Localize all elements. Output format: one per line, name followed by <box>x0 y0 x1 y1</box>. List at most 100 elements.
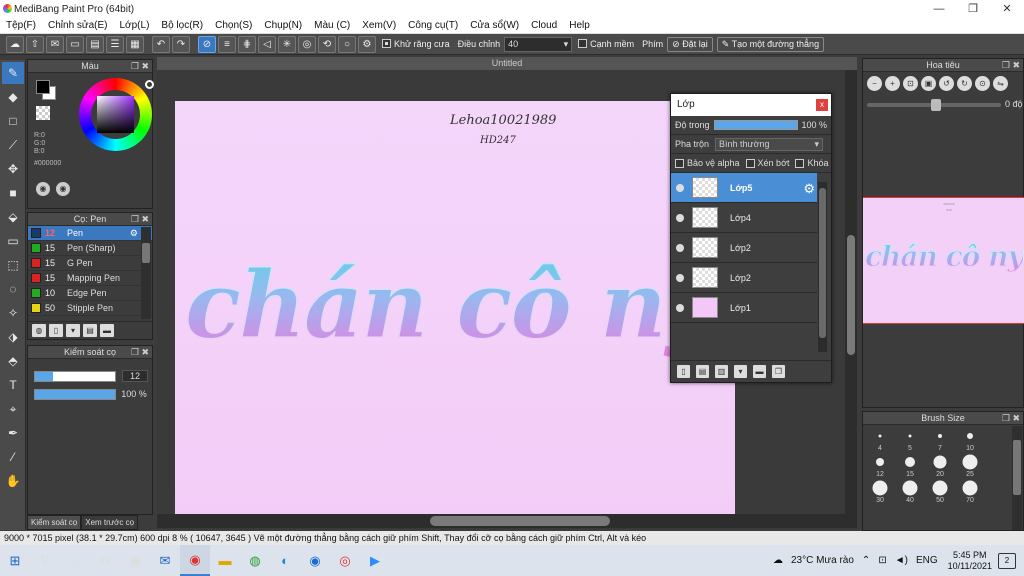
windows-start-icon[interactable]: ⊞ <box>0 545 30 576</box>
menu-cloud[interactable]: Cloud <box>525 20 563 31</box>
browser-icon[interactable]: ◍ <box>240 545 270 576</box>
menu-filter[interactable]: Bộ lọc(R) <box>155 20 209 31</box>
brush-item[interactable]: 10 Edge Pen <box>28 286 152 301</box>
brush-size-cell[interactable]: 15 <box>895 454 925 480</box>
gear-icon[interactable]: ⚙ <box>803 181 815 197</box>
tray-chevron-icon[interactable]: ⌃ <box>862 555 870 566</box>
foreground-swatch[interactable] <box>36 80 50 94</box>
fill-rect-tool-icon[interactable]: ■ <box>2 182 24 204</box>
select-pen-tool-icon[interactable]: ⬗ <box>2 326 24 348</box>
clipping-checkbox[interactable] <box>745 158 755 168</box>
gear-icon[interactable]: ⚙ <box>130 228 138 239</box>
search-icon[interactable]: ⚲ <box>30 545 60 576</box>
brush-size-cell[interactable]: 10 <box>955 428 985 454</box>
move-tool-icon[interactable]: ✥ <box>2 158 24 180</box>
brush-size-cell[interactable]: 4 <box>865 428 895 454</box>
brush-menu-icon[interactable]: ▾ <box>66 324 80 337</box>
duplicate-layer-icon[interactable]: ❐ <box>772 365 785 378</box>
menu-color[interactable]: Màu (C) <box>308 20 356 31</box>
brush-item[interactable]: 15 Mapping Pen <box>28 271 152 286</box>
task-view-icon[interactable]: ⧉ <box>90 545 120 576</box>
menu-edit[interactable]: Chỉnh sửa(E) <box>42 20 114 31</box>
list-icon[interactable]: ☰ <box>106 35 124 53</box>
layer-item[interactable]: Lớp4 <box>671 203 817 233</box>
brush-add-icon[interactable]: ◍ <box>32 324 46 337</box>
menu-snap[interactable]: Chụp(N) <box>258 20 308 31</box>
rotate-right-icon[interactable]: ↻ <box>957 76 972 91</box>
blend-mode-select[interactable]: Bình thường ▾ <box>715 137 824 151</box>
folder-icon[interactable]: ▬ <box>753 365 766 378</box>
layer-item[interactable]: Lớp1 <box>671 293 817 323</box>
visibility-eye-icon[interactable] <box>676 183 684 192</box>
layer-item[interactable]: Lớp2 <box>671 263 817 293</box>
parallel-snap-icon[interactable]: ≡ <box>218 35 236 53</box>
new-halftone-layer-icon[interactable]: ▤ <box>696 365 709 378</box>
palette-icon[interactable]: ◉ <box>36 182 50 196</box>
protect-alpha-checkbox[interactable] <box>675 158 684 168</box>
straight-line-button[interactable]: ✎ Tạo một đường thẳng <box>716 36 825 52</box>
brush-list-scrollbar[interactable] <box>141 227 151 319</box>
brush-size-value[interactable]: 12 <box>122 370 148 382</box>
ellipse-snap-icon[interactable]: ○ <box>338 35 356 53</box>
upload-icon[interactable]: ⇧ <box>26 35 44 53</box>
adjust-select[interactable]: 40 ▾ <box>504 36 573 52</box>
lasso-tool-icon[interactable]: ◌ <box>2 278 24 300</box>
panel-close-icon[interactable]: ❐ ✖ <box>1002 412 1020 425</box>
select-eraser-tool-icon[interactable]: ⬘ <box>2 350 24 372</box>
notification-icon[interactable]: 2 <box>998 552 1016 569</box>
cross-snap-icon[interactable]: ⋕ <box>238 35 256 53</box>
menu-select[interactable]: Chọn(S) <box>209 20 258 31</box>
eyedropper-tool-icon[interactable]: ✒ <box>2 422 24 444</box>
tab-brush-preview[interactable]: Xem trước cọ <box>81 515 139 530</box>
pipette-tool-icon[interactable]: ⁄ <box>2 446 24 468</box>
fit-icon[interactable]: ⊡ <box>903 76 918 91</box>
brush-item[interactable]: 15 Pen (Sharp) <box>28 241 152 256</box>
chrome-icon[interactable]: ◎ <box>330 545 360 576</box>
menu-window[interactable]: Cửa sổ(W) <box>464 20 525 31</box>
brush-size-cell[interactable]: 25 <box>955 454 985 480</box>
brush-size-cell[interactable]: 30 <box>865 480 895 506</box>
undo-icon[interactable]: ↶ <box>152 35 170 53</box>
language-indicator[interactable]: ENG <box>916 555 938 566</box>
reset-rotation-icon[interactable]: ⊙ <box>975 76 990 91</box>
brush-new-icon[interactable]: ▯ <box>49 324 63 337</box>
zoom-in-icon[interactable]: + <box>885 76 900 91</box>
menu-file[interactable]: Tệp(F) <box>0 20 42 31</box>
brush-size-cell[interactable]: 40 <box>895 480 925 506</box>
menu-tools[interactable]: Công cụ(T) <box>402 20 464 31</box>
panel-close-icon[interactable]: ❐ ✖ <box>131 60 149 73</box>
vanish-snap-icon[interactable]: ◁ <box>258 35 276 53</box>
radial-snap-icon[interactable]: ✳ <box>278 35 296 53</box>
minimize-button[interactable]: — <box>922 0 956 18</box>
brush-opacity-slider[interactable] <box>34 389 116 400</box>
cortana-icon[interactable]: ○ <box>60 545 90 576</box>
layer-opacity-slider[interactable] <box>713 120 798 130</box>
medibang-taskbar-icon[interactable]: ◉ <box>180 545 210 576</box>
zalo-icon[interactable]: ◉ <box>300 545 330 576</box>
brush-size-cell[interactable]: 70 <box>955 480 985 506</box>
layer-item[interactable]: Lớp2 <box>671 233 817 263</box>
brush-folder-icon[interactable]: ▬ <box>100 324 114 337</box>
curve-snap-icon[interactable]: ⟲ <box>318 35 336 53</box>
weather-text[interactable]: 23°C Mưa rào <box>791 555 854 566</box>
brush-size-slider[interactable] <box>34 371 116 382</box>
mail-icon[interactable]: ✉ <box>150 545 180 576</box>
save-icon[interactable]: ▤ <box>86 35 104 53</box>
brush-item[interactable]: 50 Stipple Pen <box>28 301 152 316</box>
canvas-horizontal-scrollbar[interactable] <box>157 514 857 528</box>
zoom-out-icon[interactable]: − <box>867 76 882 91</box>
layer-item[interactable]: Lớp5 ⚙ <box>671 173 817 203</box>
reset-button[interactable]: ⊘ Đặt lại <box>667 36 713 52</box>
menu-layer[interactable]: Lớp(L) <box>114 20 156 31</box>
tab-brush-control[interactable]: Kiểm soát cọ <box>27 515 82 530</box>
clock[interactable]: 5:45 PM 10/11/2021 <box>948 550 992 572</box>
gradient-tool-icon[interactable]: ▭ <box>2 230 24 252</box>
hue-handle[interactable] <box>145 80 154 89</box>
menu-view[interactable]: Xem(V) <box>356 20 402 31</box>
brush-size-cell[interactable]: 50 <box>925 480 955 506</box>
panel-close-icon[interactable]: ❐ ✖ <box>1002 59 1020 72</box>
canvas-vertical-scrollbar[interactable] <box>845 70 857 514</box>
menu-help[interactable]: Help <box>563 20 596 31</box>
eraser-tool-icon[interactable]: ◆ <box>2 86 24 108</box>
circle-snap-icon[interactable]: ◎ <box>298 35 316 53</box>
